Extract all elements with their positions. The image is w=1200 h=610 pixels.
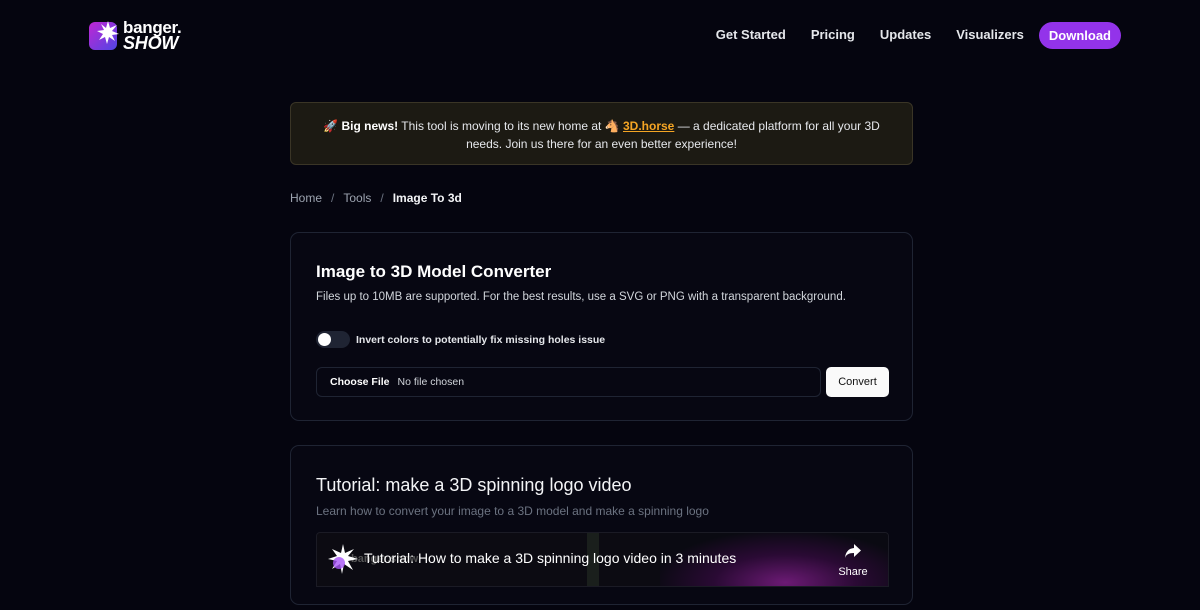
converter-card: Image to 3D Model Converter Files up to … [290, 232, 913, 421]
announcement-banner: 🚀 Big news! This tool is moving to its n… [290, 102, 913, 165]
brand-logo[interactable]: banger. SHOW [88, 19, 198, 53]
breadcrumb-current: Image To 3d [392, 191, 462, 205]
toggle-knob [318, 333, 331, 346]
file-status: No file chosen [397, 376, 465, 388]
brand-name-line2: SHOW [123, 33, 179, 53]
breadcrumb: Home / Tools / Image To 3d [290, 191, 462, 205]
convert-button[interactable]: Convert [826, 367, 889, 397]
rocket-icon: 🚀 [323, 119, 339, 133]
banner-strong: Big news! [341, 119, 399, 133]
file-input[interactable]: Choose File No file chosen [316, 367, 821, 397]
channel-avatar-icon[interactable] [327, 543, 359, 575]
video-title[interactable]: Tutorial: How to make a 3D spinning logo… [364, 550, 736, 566]
nav-updates[interactable]: Updates [880, 21, 931, 49]
breadcrumb-separator: / [380, 191, 384, 205]
video-share-button[interactable]: Share [838, 543, 868, 578]
breadcrumb-tools[interactable]: Tools [343, 191, 371, 205]
banner-text-before: This tool is moving to its new home at [398, 119, 605, 133]
converter-title: Image to 3D Model Converter [316, 262, 552, 281]
breadcrumb-separator: / [331, 191, 335, 205]
invert-colors-label: Invert colors to potentially fix missing… [356, 333, 606, 346]
site-header: banger. SHOW Get Started Pricing Updates… [0, 0, 1200, 72]
share-label: Share [838, 566, 868, 578]
tutorial-description: Learn how to convert your image to a 3D … [316, 504, 709, 518]
converter-description: Files up to 10MB are supported. For the … [316, 291, 846, 303]
nav-get-started[interactable]: Get Started [716, 21, 786, 49]
share-icon [845, 544, 861, 558]
nav-visualizers[interactable]: Visualizers [956, 21, 1024, 49]
tutorial-title: Tutorial: make a 3D spinning logo video [316, 475, 632, 495]
tutorial-video-embed[interactable]: banger.show Tutorial: How to make a 3D s… [316, 532, 889, 587]
main-nav: Get Started Pricing Updates Visualizers … [691, 21, 1121, 49]
choose-file-button[interactable]: Choose File [330, 376, 390, 388]
download-button[interactable]: Download [1038, 21, 1121, 49]
invert-colors-toggle[interactable] [316, 331, 350, 348]
banner-link-3d-horse[interactable]: 3D.horse [623, 119, 674, 133]
invert-toggle-row: Invert colors to potentially fix missing… [316, 331, 605, 348]
nav-pricing[interactable]: Pricing [811, 21, 855, 49]
horse-icon: 🐴 [604, 119, 620, 133]
tutorial-card: Tutorial: make a 3D spinning logo video … [290, 445, 913, 605]
starburst-logo-icon [89, 21, 119, 50]
breadcrumb-home[interactable]: Home [290, 191, 322, 205]
